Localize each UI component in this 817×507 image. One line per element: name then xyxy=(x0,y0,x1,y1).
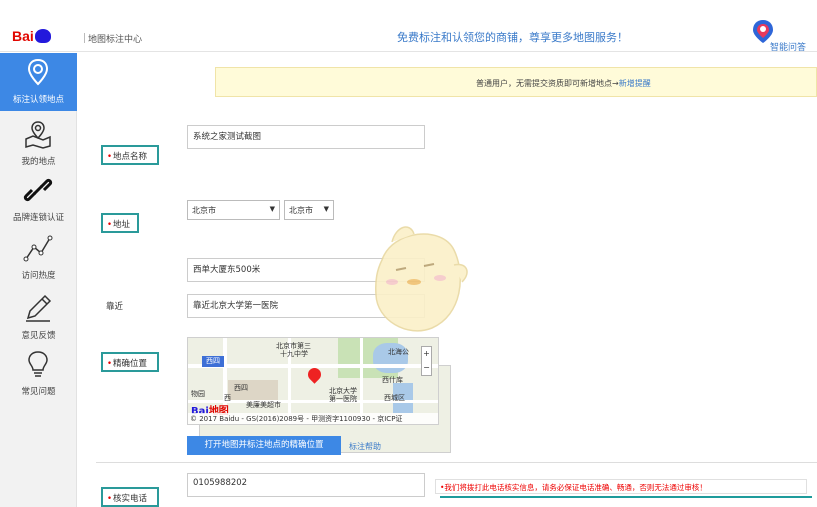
required-marker: • xyxy=(107,494,113,504)
location-pin-icon xyxy=(27,58,49,86)
map-poi: 西四 xyxy=(234,384,248,392)
baidu-map-logo[interactable]: Bai地图 xyxy=(12,28,451,453)
sidebar-item-my-places[interactable]: 我的地点 xyxy=(0,115,77,173)
map-poi: 北海公 xyxy=(388,348,409,356)
phone-warning: •我们将拨打此电话核实信息，请务必保证电话准确、畅通，否则无法通过审核！ xyxy=(435,479,807,494)
new-reminder-link[interactable]: 新增提醒 xyxy=(619,79,651,88)
my-places-map-icon xyxy=(25,121,51,149)
province-select[interactable]: 北京市 ▼ xyxy=(187,200,280,220)
sidebar-item-label: 我的地点 xyxy=(21,157,56,167)
sidebar-item-label: 意见反馈 xyxy=(21,331,56,341)
map-poi: 十九中学 xyxy=(280,350,308,358)
notice-banner: 普通用户，无需提交资质即可新增地点→新增提醒 xyxy=(215,67,817,97)
map-poi: 西什库 xyxy=(382,376,403,384)
address-label-text: 地址 xyxy=(113,220,131,230)
sidebar-item-label: 标注认领地点 xyxy=(12,95,64,105)
place-name-label-text: 地点名称 xyxy=(113,152,148,162)
map-poi: 美廉美超市 xyxy=(246,401,281,409)
sidebar-item-faq[interactable]: 常见问题 xyxy=(0,345,77,403)
sidebar-item-visit-heat[interactable]: 访问热度 xyxy=(0,229,77,287)
map-copyright: © 2017 Baidu - GS(2016)2089号 - 甲测资字11009… xyxy=(188,413,438,424)
header: Bai地图 地图标注中心 免费标注和认领您的商铺，尊享更多地图服务！ 智能问答 xyxy=(0,14,817,453)
top-strip xyxy=(0,0,817,14)
phone-input[interactable]: 0105988202 xyxy=(187,473,425,497)
sidebar-item-label: 访问热度 xyxy=(21,271,56,281)
zoom-out-button[interactable]: − xyxy=(422,361,431,375)
place-name-label: •地点名称 xyxy=(101,145,159,165)
trend-line-icon xyxy=(23,235,53,262)
required-marker: • xyxy=(107,359,113,369)
map-poi: 第一医院 xyxy=(329,395,357,403)
address-label: •地址 xyxy=(101,213,139,233)
chain-link-icon xyxy=(23,178,53,202)
smart-assistant-link[interactable]: 智能问答 xyxy=(770,40,806,53)
sidebar-item-mark-claim[interactable]: 标注认领地点 xyxy=(0,53,77,111)
promo-text: 免费标注和认领您的商铺，尊享更多地图服务！ xyxy=(397,31,628,44)
chevron-down-icon: ▼ xyxy=(323,205,329,213)
open-map-button[interactable]: 打开地图并标注地点的精确位置 xyxy=(187,436,341,455)
center-title: 地图标注中心 xyxy=(83,32,142,45)
map-poi: 物园 xyxy=(191,390,205,398)
warning-underline xyxy=(440,496,812,498)
sidebar-item-feedback[interactable]: 意见反馈 xyxy=(0,289,77,347)
precise-location-label-text: 精确位置 xyxy=(113,359,148,369)
baidu-paw-icon xyxy=(34,29,51,43)
city-select[interactable]: 北京市 ▼ xyxy=(284,200,334,220)
verify-phone-label-text: 核实电话 xyxy=(113,494,148,504)
place-name-input[interactable]: 系统之家测试截图 xyxy=(187,125,425,149)
mark-help-link[interactable]: 标注帮助 xyxy=(349,441,381,452)
lightbulb-icon xyxy=(28,351,48,377)
map-road xyxy=(360,338,363,424)
zoom-in-button[interactable]: + xyxy=(422,347,431,361)
map-metro-badge: 西四 xyxy=(202,356,224,367)
province-value: 北京市 xyxy=(192,206,216,215)
city-value: 北京市 xyxy=(289,206,313,215)
verify-phone-label: •核实电话 xyxy=(101,487,159,507)
sidebar-item-label: 常见问题 xyxy=(21,387,56,397)
precise-location-label: •精确位置 xyxy=(101,352,159,372)
sidebar: 标注认领地点 我的地点 品牌连锁认证 访问热度 意见反馈 常见问题 xyxy=(0,53,77,507)
pencil-icon xyxy=(26,294,52,322)
logo-bai: Bai xyxy=(12,28,34,44)
map-poi: 西城区 xyxy=(384,394,405,402)
chevron-down-icon: ▼ xyxy=(269,205,275,213)
mascot-watermark-icon xyxy=(375,226,468,332)
map-marker-icon[interactable] xyxy=(305,365,324,384)
nearby-label: 靠近 xyxy=(106,302,124,312)
location-map[interactable]: 西四 北京市第三 十九中学 西四 北京大学 第一医院 西什库 美廉美超市 北海公… xyxy=(187,337,439,425)
sidebar-item-brand-chain[interactable]: 品牌连锁认证 xyxy=(0,171,77,229)
sidebar-item-label: 品牌连锁认证 xyxy=(12,213,64,223)
map-zoom-control[interactable]: + − xyxy=(421,346,432,376)
notice-content: 普通用户，无需提交资质即可新增地点→新增提醒 xyxy=(476,78,651,89)
required-marker: • xyxy=(107,152,113,162)
section-divider xyxy=(96,462,817,463)
notice-text: 普通用户，无需提交资质即可新增地点→ xyxy=(476,79,619,88)
required-marker: • xyxy=(107,220,113,230)
